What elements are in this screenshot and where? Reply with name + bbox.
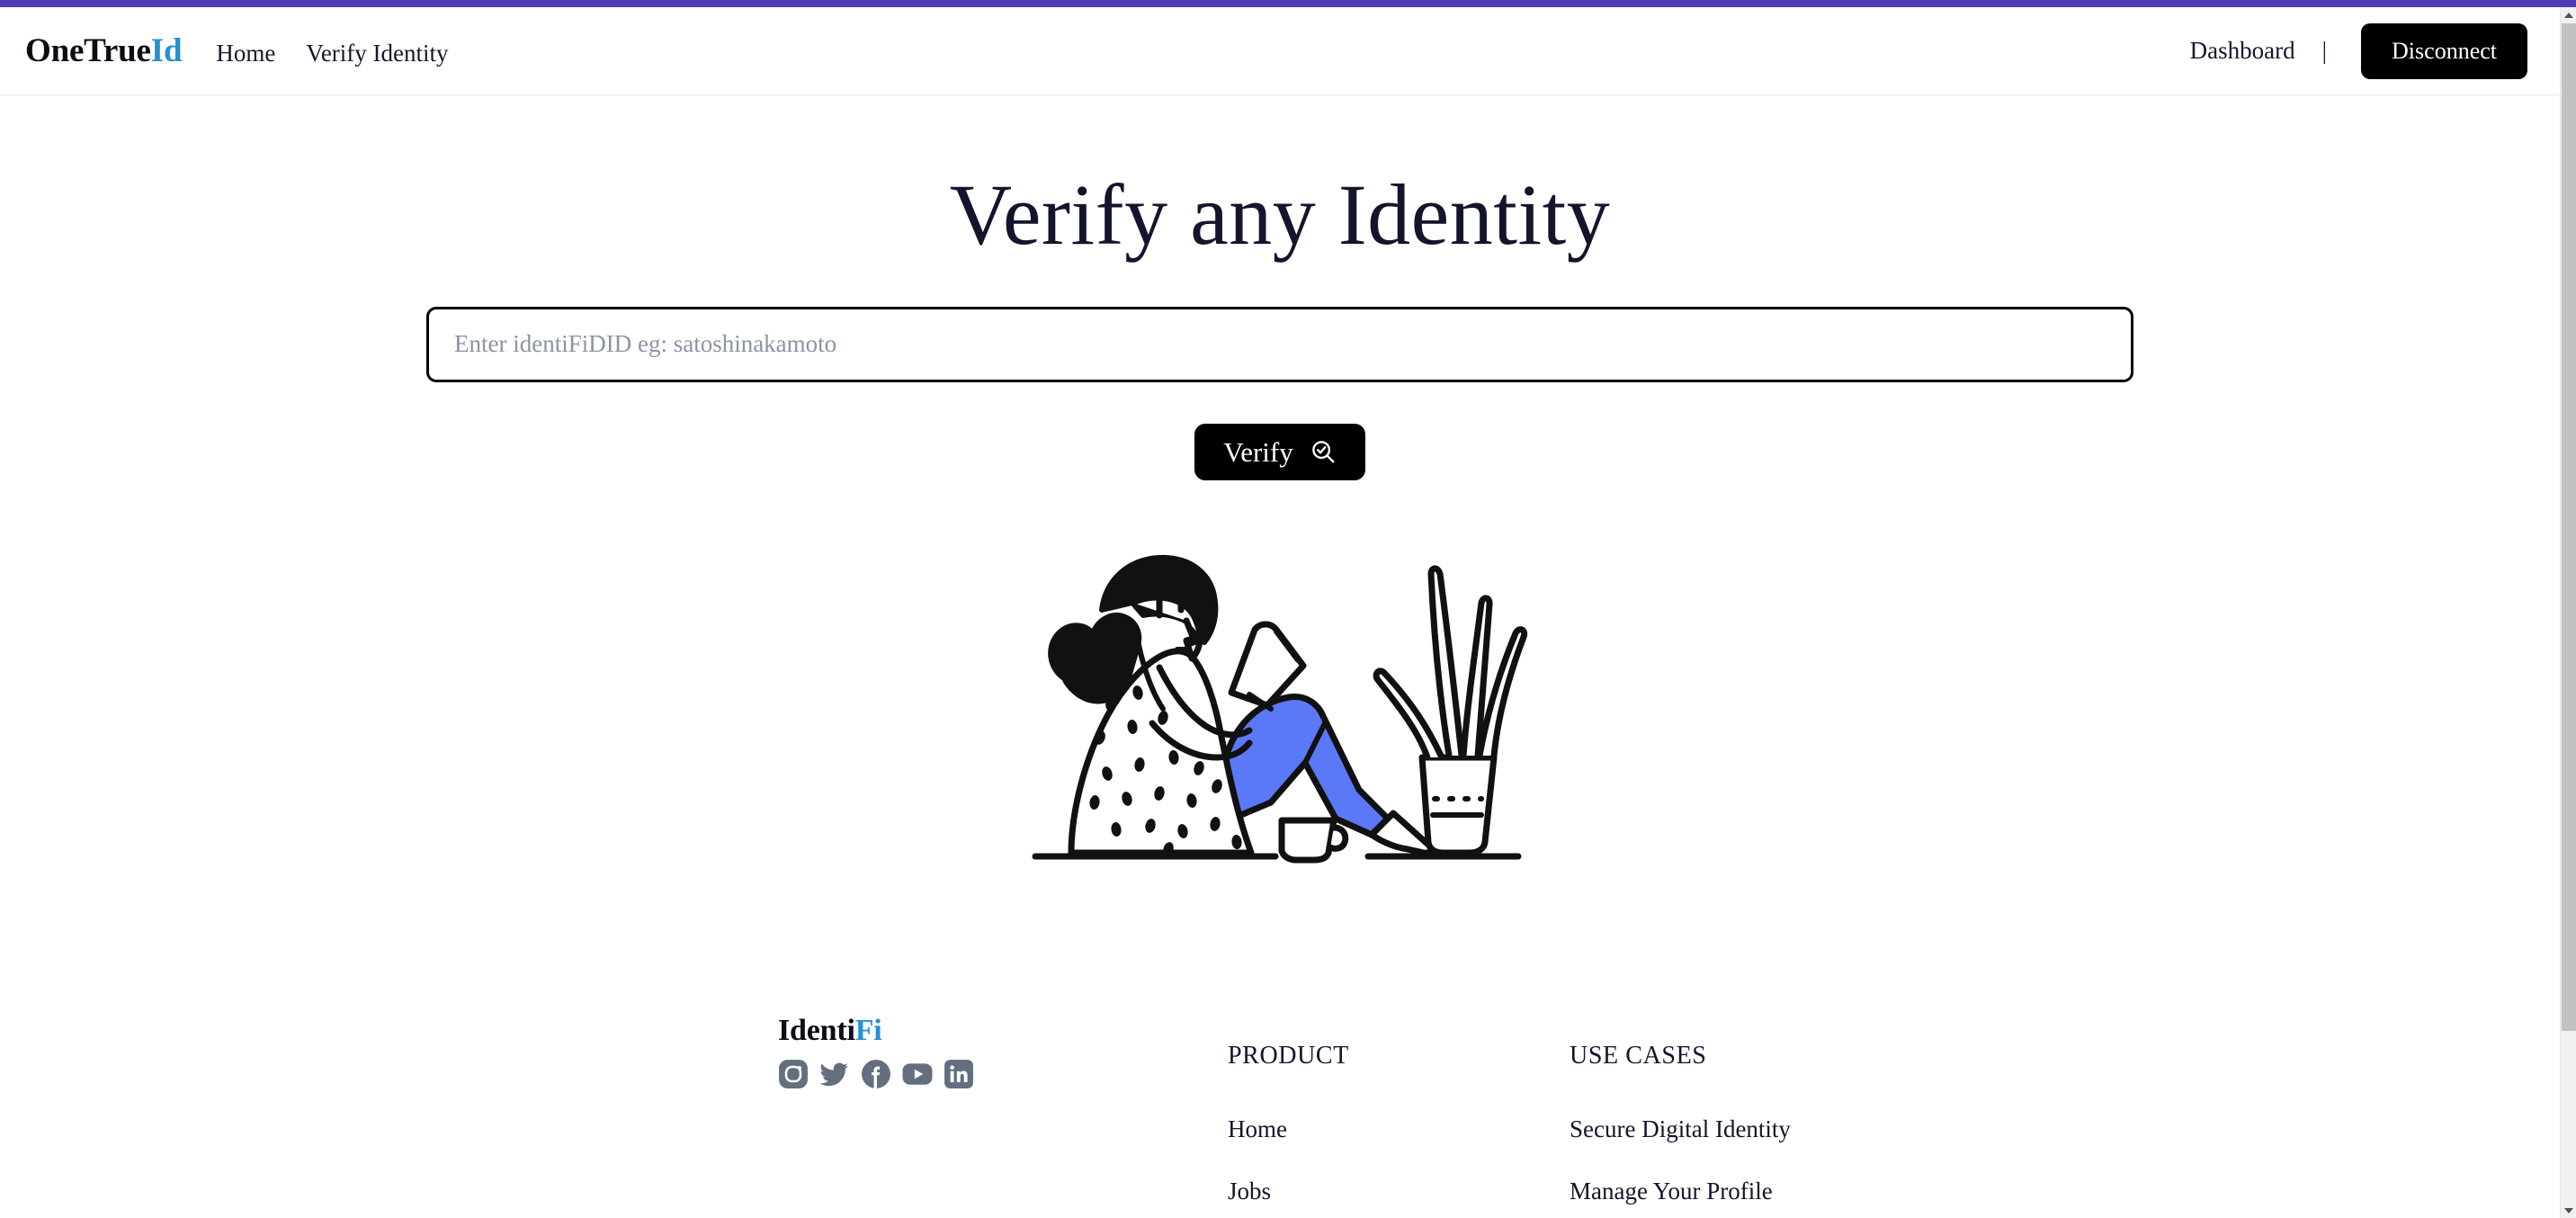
header-right-group: Dashboard | Disconnect (2190, 22, 2527, 79)
page-root: OneTrueId Home Verify Identity Dashboard… (0, 0, 2576, 1218)
footer-link-home[interactable]: Home (1228, 1115, 1570, 1143)
footer-logo-accent: Fi (854, 1014, 882, 1047)
nav-link-home[interactable]: Home (216, 40, 275, 67)
woman-reading-illustration (1001, 533, 1559, 883)
search-field-wrapper (426, 306, 2133, 382)
brand-logo[interactable]: OneTrueId (25, 31, 183, 70)
twitter-icon[interactable] (819, 1059, 850, 1089)
verify-button-label: Verify (1223, 435, 1293, 468)
footer-column-use-cases: USE CASES Secure Digital Identity Manage… (1570, 981, 2109, 1218)
footer-brand-column: IdentiFi (0, 981, 1228, 1218)
page-title: Verify any Identity (949, 166, 1611, 263)
arrow-down-glyph (2563, 1207, 2573, 1214)
youtube-icon[interactable] (902, 1059, 933, 1089)
footer-column-heading: USE CASES (1570, 1042, 1707, 1070)
header-divider: | (2321, 37, 2328, 64)
identifi-did-search-input[interactable] (426, 306, 2133, 382)
arrow-up-glyph (2563, 12, 2573, 18)
brand-logo-primary: OneTrue (25, 32, 151, 69)
footer-link-manage-your-profile[interactable]: Manage Your Profile (1570, 1178, 2109, 1205)
site-header: OneTrueId Home Verify Identity Dashboard… (0, 7, 2560, 95)
footer-link-secure-digital-identity[interactable]: Secure Digital Identity (1570, 1115, 2109, 1143)
footer-logo[interactable]: IdentiFi (778, 1014, 882, 1048)
header-left-group: OneTrueId Home Verify Identity (25, 31, 449, 70)
footer-column-heading: PRODUCT (1228, 1042, 1349, 1070)
facebook-icon[interactable] (861, 1059, 891, 1089)
scroll-up-arrow-icon[interactable] (2561, 7, 2576, 22)
site-footer: IdentiFi PRODUCT Home Jobs USE CASES Sec… (0, 981, 2560, 1218)
brand-logo-accent: Id (150, 32, 183, 69)
search-check-icon (1310, 438, 1337, 465)
disconnect-button[interactable]: Disconnect (2361, 22, 2527, 79)
nav-link-verify-identity[interactable]: Verify Identity (306, 40, 448, 67)
scroll-thumb[interactable] (2562, 23, 2576, 1031)
footer-link-jobs[interactable]: Jobs (1228, 1178, 1570, 1205)
instagram-icon[interactable] (778, 1059, 809, 1089)
top-accent-bar (0, 0, 2576, 7)
scroll-down-arrow-icon[interactable] (2561, 1203, 2576, 1218)
linkedin-icon[interactable] (944, 1059, 974, 1089)
footer-logo-primary: Identi (778, 1014, 855, 1047)
vertical-scrollbar[interactable] (2560, 7, 2576, 1218)
social-links-row (778, 1059, 974, 1089)
verify-button[interactable]: Verify (1194, 423, 1365, 480)
footer-column-product: PRODUCT Home Jobs (1228, 981, 1570, 1218)
nav-link-dashboard[interactable]: Dashboard (2190, 37, 2295, 65)
